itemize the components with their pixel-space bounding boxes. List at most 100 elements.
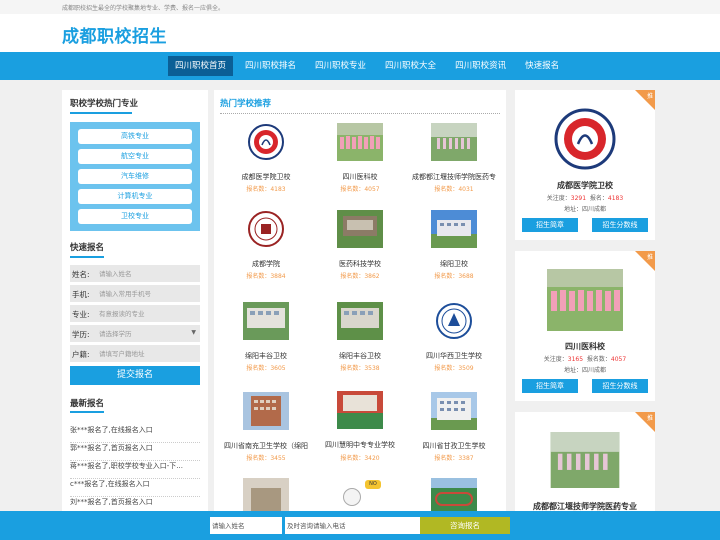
latest-item[interactable]: 张***报名了,在线报名入口 bbox=[70, 423, 200, 443]
phone-label: 手机: bbox=[72, 290, 90, 299]
school-count: 报名数：3688 bbox=[434, 273, 474, 280]
recommend-ribbon-label: 推 bbox=[646, 254, 653, 261]
admission-score-button[interactable]: 招生分数线 bbox=[592, 379, 648, 393]
bottom-phone-input[interactable] bbox=[285, 517, 420, 534]
school-name: 成都医学院卫校 bbox=[241, 173, 291, 181]
hot-schools-title: 热门学校推荐 bbox=[220, 99, 272, 109]
majors-title-underline bbox=[70, 112, 132, 114]
school-photo-image bbox=[337, 302, 383, 340]
school-count: 报名数：3538 bbox=[340, 365, 380, 372]
school-name: 绵阳丰谷卫校 bbox=[339, 352, 381, 360]
education-select[interactable] bbox=[98, 326, 198, 341]
school-photo-image bbox=[431, 392, 477, 430]
nav-ranking[interactable]: 四川职校排名 bbox=[238, 56, 303, 76]
school-name: 医药科技学校 bbox=[339, 260, 381, 268]
site-logo[interactable]: 成都职校招生 bbox=[62, 22, 167, 47]
majors-box: 高铁专业 航空专业 汽车维修 计算机专业 卫校专业 bbox=[70, 122, 200, 231]
featured-school-address: 地址：四川成都 bbox=[563, 206, 606, 213]
household-label: 户籍: bbox=[72, 350, 90, 359]
school-photo-image bbox=[547, 269, 623, 331]
school-logo-image bbox=[554, 108, 616, 170]
school-photo-partial[interactable] bbox=[243, 478, 289, 511]
school-count: 报名数：4183 bbox=[246, 186, 286, 193]
recommend-ribbon-label: 推 bbox=[646, 415, 653, 422]
major-computer[interactable]: 计算机专业 bbox=[78, 189, 192, 204]
chevron-down-icon: ▼ bbox=[191, 329, 196, 336]
recommend-ribbon-label: 推 bbox=[646, 93, 653, 100]
school-logo-image bbox=[248, 211, 284, 247]
nav-news[interactable]: 四川职校资讯 bbox=[448, 56, 513, 76]
signup-count: 4057 bbox=[610, 356, 627, 363]
name-row: 姓名: bbox=[70, 265, 200, 282]
school-name: 四川省南充卫生学校（绵阳 bbox=[224, 442, 308, 450]
school-count: 报名数：4031 bbox=[434, 186, 474, 193]
school-photo-image bbox=[243, 302, 289, 340]
school-photo-image bbox=[337, 123, 383, 161]
school-count: 报名数：3455 bbox=[246, 455, 286, 462]
nav-directory[interactable]: 四川职校大全 bbox=[378, 56, 443, 76]
school-logo-image bbox=[436, 303, 472, 339]
school-name: 四川省甘孜卫生学校 bbox=[422, 442, 486, 450]
school-count: 报名数：3420 bbox=[340, 455, 380, 462]
household-input[interactable] bbox=[98, 346, 198, 361]
phone-row: 手机: bbox=[70, 285, 200, 302]
nav-home[interactable]: 四川职校首页 bbox=[168, 56, 234, 76]
major-health-school[interactable]: 卫校专业 bbox=[78, 209, 192, 224]
majors-title: 职校学校热门专业 bbox=[70, 99, 139, 109]
top-bar: 成都职校招生最全的学校聚集地专业、学费、报名一应俱全。 bbox=[0, 0, 720, 14]
education-label: 学历: bbox=[72, 330, 90, 339]
featured-school-stats: 关注度：3291 报名：4183 bbox=[546, 195, 624, 202]
nav-majors[interactable]: 四川职校专业 bbox=[308, 56, 373, 76]
admission-brochure-button[interactable]: 招生简章 bbox=[522, 218, 578, 232]
major-auto-repair[interactable]: 汽车维修 bbox=[78, 169, 192, 184]
hot-schools-divider bbox=[220, 113, 500, 114]
school-photo-image bbox=[431, 123, 477, 161]
school-photo-image bbox=[243, 392, 289, 430]
school-name: 四川华西卫生学校 bbox=[426, 352, 482, 360]
featured-school-name: 成都医学院卫校 bbox=[557, 181, 613, 190]
nav-quick-signup[interactable]: 快速报名 bbox=[518, 56, 566, 76]
school-name: 四川慧明中专专业学校 bbox=[325, 441, 395, 449]
school-photo-image bbox=[337, 210, 383, 248]
latest-item[interactable]: 郭***报名了,首页报名入口 bbox=[70, 441, 200, 461]
featured-school-stats: 关注度：3165 报名数：4057 bbox=[543, 356, 627, 363]
education-row: 学历: ▼ bbox=[70, 325, 200, 342]
latest-title-underline bbox=[70, 411, 104, 413]
school-name: 成都学院 bbox=[252, 260, 280, 268]
major-aviation[interactable]: 航空专业 bbox=[78, 149, 192, 164]
school-photo-partial[interactable] bbox=[431, 478, 477, 511]
bottom-name-input[interactable] bbox=[210, 517, 282, 534]
school-name: 绵阳卫校 bbox=[440, 260, 468, 268]
school-photo-image bbox=[431, 210, 477, 248]
bottom-consult-bar: 咨询报名 bbox=[0, 511, 720, 540]
consult-signup-button[interactable]: 咨询报名 bbox=[420, 517, 510, 534]
major-input[interactable] bbox=[98, 306, 198, 321]
latest-title: 最新报名 bbox=[70, 399, 105, 409]
latest-item[interactable]: c***报名了,在线报名入口 bbox=[70, 477, 200, 497]
site-tagline: 成都职校招生最全的学校聚集地专业、学费、报名一应俱全。 bbox=[62, 5, 225, 12]
school-name: 成都都江堰技师学院医药专 bbox=[412, 173, 496, 181]
latest-item[interactable]: 蒋***报名了,职校学校专业入口-下... bbox=[70, 459, 200, 479]
school-count: 报名数：3509 bbox=[434, 365, 474, 372]
admission-score-button[interactable]: 招生分数线 bbox=[592, 218, 648, 232]
main-nav: 四川职校首页 四川职校排名 四川职校专业 四川职校大全 四川职校资讯 快速报名 bbox=[0, 52, 720, 80]
major-row: 专业: bbox=[70, 305, 200, 322]
attention-count: 3291 bbox=[570, 195, 587, 202]
school-count: 报名数：3862 bbox=[340, 273, 380, 280]
phone-input[interactable] bbox=[98, 286, 198, 301]
school-count: 报名数：3387 bbox=[434, 455, 474, 462]
school-photo-partial[interactable]: NO bbox=[337, 478, 383, 511]
name-label: 姓名: bbox=[72, 270, 90, 279]
school-name: 四川医科校 bbox=[342, 173, 378, 181]
major-hsr[interactable]: 高铁专业 bbox=[78, 129, 192, 144]
school-count: 报名数：4057 bbox=[340, 186, 380, 193]
featured-school-card[interactable]: 推 四川医科校 关注度：3165 报名数：4057 地址：四川成都 招生简章 招… bbox=[515, 251, 655, 401]
name-input[interactable] bbox=[98, 266, 198, 281]
household-row: 户籍: bbox=[70, 345, 200, 362]
featured-school-card[interactable]: 推 成都医学院卫校 关注度：3291 报名：4183 地址：四川成都 招生简章 … bbox=[515, 90, 655, 240]
admission-brochure-button[interactable]: 招生简章 bbox=[522, 379, 578, 393]
featured-school-card[interactable]: 推 成都都江堰技师学院医药专业 bbox=[515, 412, 655, 511]
submit-signup-button[interactable]: 提交报名 bbox=[70, 366, 200, 385]
attention-count: 3165 bbox=[567, 356, 584, 363]
school-photo-image bbox=[337, 391, 383, 429]
